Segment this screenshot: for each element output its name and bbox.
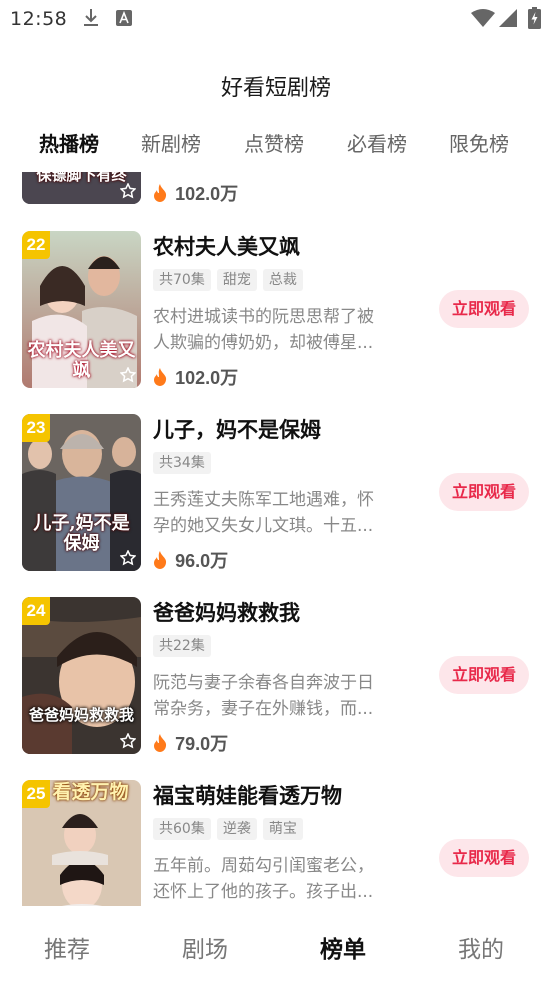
tag-list: 共22集 xyxy=(153,635,217,657)
list-item[interactable]: 23 儿子,妈不是保姆 儿子，妈不是保姆 共34集 王秀莲丈夫陈军工地遇难，怀 … xyxy=(0,414,552,574)
poster-title: 保镖脚下有终 xyxy=(36,172,127,184)
flame-icon xyxy=(154,184,167,202)
ranking-list[interactable]: 保镖脚下有终 102.0万 22 农村夫人美又飒 农村夫人美又飒 共70集 甜宠… xyxy=(0,172,552,906)
rank-badge: 23 xyxy=(22,414,50,442)
poster-image[interactable]: 22 农村夫人美又飒 xyxy=(22,231,141,388)
drama-description: 王秀莲丈夫陈军工地遇难，怀 孕的她又失女儿文琪。十五... xyxy=(153,490,374,536)
favorite-star-icon[interactable] xyxy=(120,183,136,199)
tab-hot[interactable]: 热播榜 xyxy=(39,128,99,157)
app-notification-icon xyxy=(116,10,132,26)
list-item[interactable]: 22 农村夫人美又飒 农村夫人美又飒 共70集 甜宠 总裁 农村进城读书的阮思思帮了… xyxy=(0,231,552,391)
poster-title: 爸爸妈妈救救我 xyxy=(28,706,134,724)
tag-list: 共60集 逆袭 萌宝 xyxy=(153,818,309,840)
signal-icon xyxy=(499,9,517,27)
list-item[interactable]: 25 看透万物 福宝萌娃能看透万物 共60集 逆袭 萌宝 五年前。周茹勾引闺蜜老公，… xyxy=(0,780,552,906)
watch-now-button[interactable]: 立即观看 xyxy=(439,656,529,694)
list-item[interactable]: 保镖脚下有终 102.0万 xyxy=(0,172,552,207)
drama-title[interactable]: 儿子，妈不是保姆 xyxy=(153,414,321,444)
flame-icon xyxy=(154,734,167,752)
episode-count-tag: 共34集 xyxy=(153,452,211,474)
battery-icon xyxy=(528,7,541,29)
flame-icon xyxy=(154,551,167,569)
bottom-navigation: 推荐 剧场 榜单 我的 xyxy=(0,906,552,983)
flame-icon xyxy=(154,368,167,386)
heat-count: 102.0万 xyxy=(153,364,238,388)
watch-now-button[interactable]: 立即观看 xyxy=(439,290,529,328)
tab-must-watch[interactable]: 必看榜 xyxy=(347,128,407,157)
nav-recommend[interactable]: 推荐 xyxy=(44,930,90,964)
tag-list: 共70集 甜宠 总裁 xyxy=(153,269,309,291)
poster-image[interactable]: 25 看透万物 xyxy=(22,780,141,906)
rank-badge: 24 xyxy=(22,597,50,625)
nav-rankings[interactable]: 榜单 xyxy=(320,930,366,964)
nav-mine[interactable]: 我的 xyxy=(458,930,504,964)
favorite-star-icon[interactable] xyxy=(120,733,136,749)
drama-title[interactable]: 福宝萌娃能看透万物 xyxy=(153,780,342,810)
drama-description: 阮范与妻子余春各自奔波于日 常杂务，妻子在外赚钱，而... xyxy=(153,673,374,719)
ranking-tabs: 热播榜 新剧榜 点赞榜 必看榜 限免榜 xyxy=(0,128,552,164)
genre-tag: 总裁 xyxy=(262,269,303,291)
status-time: 12:58 xyxy=(10,8,68,30)
favorite-star-icon[interactable] xyxy=(120,550,136,566)
tag-list: 共34集 xyxy=(153,452,217,474)
poster-title: 看透万物 xyxy=(52,781,129,803)
watch-now-button[interactable]: 立即观看 xyxy=(439,839,529,877)
tab-new[interactable]: 新剧榜 xyxy=(141,128,201,157)
page-title: 好看短剧榜 xyxy=(220,76,331,101)
wifi-icon xyxy=(471,9,495,27)
drama-title[interactable]: 农村夫人美又飒 xyxy=(153,231,300,261)
genre-tag: 甜宠 xyxy=(216,269,257,291)
drama-description: 农村进城读书的阮思思帮了被 人欺骗的傅奶奶，却被傅星... xyxy=(153,307,374,353)
tab-likes[interactable]: 点赞榜 xyxy=(244,128,304,157)
poster-image[interactable]: 23 儿子,妈不是保姆 xyxy=(22,414,141,571)
genre-tag: 萌宝 xyxy=(262,818,303,840)
rank-badge: 22 xyxy=(22,231,50,259)
download-icon xyxy=(84,9,98,26)
poster-image[interactable]: 24 爸爸妈妈救救我 xyxy=(22,597,141,754)
nav-theater[interactable]: 剧场 xyxy=(182,930,228,964)
status-bar: 12:58 xyxy=(0,0,552,38)
poster-title: 儿子,妈不是保姆 xyxy=(33,513,130,554)
heat-count: 96.0万 xyxy=(153,547,228,571)
poster-image[interactable]: 保镖脚下有终 xyxy=(22,172,141,204)
list-item[interactable]: 24 爸爸妈妈救救我 爸爸妈妈救救我 共22集 阮范与妻子余春各自奔波于日 常杂… xyxy=(0,597,552,757)
drama-title[interactable]: 爸爸妈妈救救我 xyxy=(153,597,300,627)
heat-count: 102.0万 xyxy=(153,180,238,204)
watch-now-button[interactable]: 立即观看 xyxy=(439,473,529,511)
tab-free[interactable]: 限免榜 xyxy=(449,128,509,157)
drama-description: 五年前。周茹勾引闺蜜老公， 还怀上了他的孩子。孩子出... xyxy=(153,856,374,902)
genre-tag: 逆袭 xyxy=(216,818,257,840)
episode-count-tag: 共22集 xyxy=(153,635,211,657)
episode-count-tag: 共60集 xyxy=(153,818,211,840)
heat-count: 79.0万 xyxy=(153,730,228,754)
episode-count-tag: 共70集 xyxy=(153,269,211,291)
favorite-star-icon[interactable] xyxy=(120,367,136,383)
